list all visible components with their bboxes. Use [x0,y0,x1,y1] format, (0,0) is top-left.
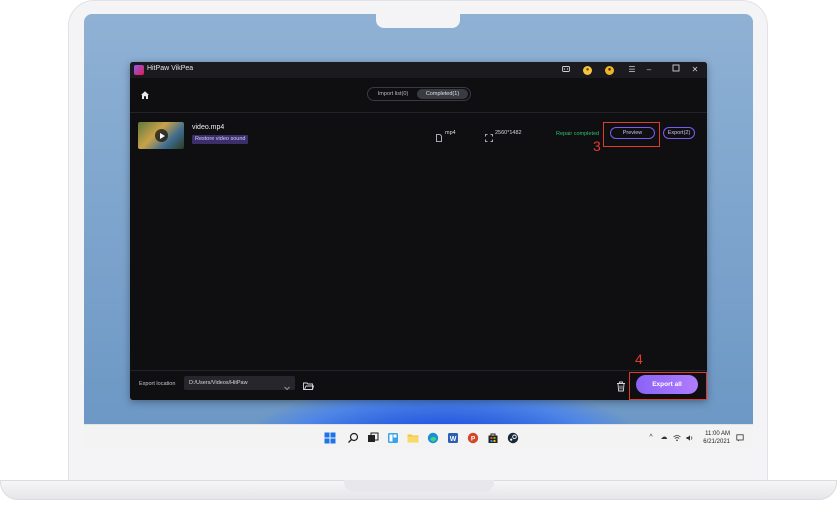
store-icon[interactable] [487,431,499,443]
steam-icon[interactable] [507,431,519,444]
export-location-label: Export location [139,381,176,387]
powerpoint-icon[interactable]: P [467,431,479,444]
menu-icon[interactable]: ☰ [626,64,638,76]
file-explorer-icon[interactable] [407,431,419,443]
chevron-up-icon[interactable]: ^ [647,434,655,442]
windows-start-icon[interactable] [324,431,336,444]
export-path-select[interactable]: D:/Users/Videos/HitPaw [184,376,295,391]
callout-box-export-all [629,372,707,400]
resolution: 2560*1482 [495,130,522,136]
restore-sound-tag: Restore video sound [192,135,249,144]
svg-text:P: P [471,436,476,443]
windows-taskbar: W P ^ ☁ 11:00 AM 6/21/2021 [84,424,753,449]
edge-icon[interactable] [427,431,439,444]
app-title: HitPaw VikPea [147,65,194,72]
minimize-icon[interactable]: – [643,64,655,76]
trash-icon[interactable] [616,379,626,392]
app-logo-icon [134,65,144,75]
cloud-icon[interactable]: ☁ [660,434,668,442]
file-name: video.mp4 [192,124,225,131]
notification-icon[interactable] [736,434,744,442]
wifi-icon[interactable] [673,434,681,442]
close-icon[interactable]: ✕ [689,64,701,76]
tab-completed[interactable]: Completed(1) [417,89,468,99]
tab-switcher: Import list(0) Completed(1) [367,87,471,101]
title-bar: HitPaw VikPea ● ● ☰ – ✕ [130,62,707,78]
laptop-base-notch [344,480,494,492]
chevron-down-icon [283,379,291,391]
app-window: HitPaw VikPea ● ● ☰ – ✕ Import list(0) C… [130,62,707,400]
callout-step-4: 4 [635,351,643,367]
svg-text:W: W [450,436,457,443]
coin-icon[interactable]: ● [583,66,592,75]
task-view-icon[interactable] [367,431,379,443]
widgets-icon[interactable] [387,431,399,443]
camera-notch [376,14,460,28]
callout-step-3: 3 [593,138,601,154]
resolution-icon [485,129,493,142]
folder-open-icon[interactable] [303,378,315,390]
video-thumbnail[interactable] [138,122,184,149]
file-format: mp4 [445,130,456,136]
export-button[interactable]: Export(2) [663,127,695,139]
footer-divider [130,370,707,371]
file-format-icon [435,129,443,142]
maximize-icon[interactable] [670,64,682,76]
play-icon[interactable] [155,129,168,142]
word-icon[interactable]: W [447,431,459,443]
export-path-value: D:/Users/Videos/HitPaw [189,380,248,386]
tab-import-list[interactable]: Import list(0) [371,89,415,99]
home-icon[interactable] [140,87,150,99]
clock-date[interactable]: 6/21/2021 [688,439,730,445]
user-avatar-icon[interactable]: ● [605,66,614,75]
callout-box-preview [603,122,660,147]
search-icon[interactable] [347,431,359,443]
cart-icon[interactable] [560,64,572,76]
repair-status: Repair completed [556,131,600,137]
clock-time[interactable]: 11:00 AM [688,431,730,437]
